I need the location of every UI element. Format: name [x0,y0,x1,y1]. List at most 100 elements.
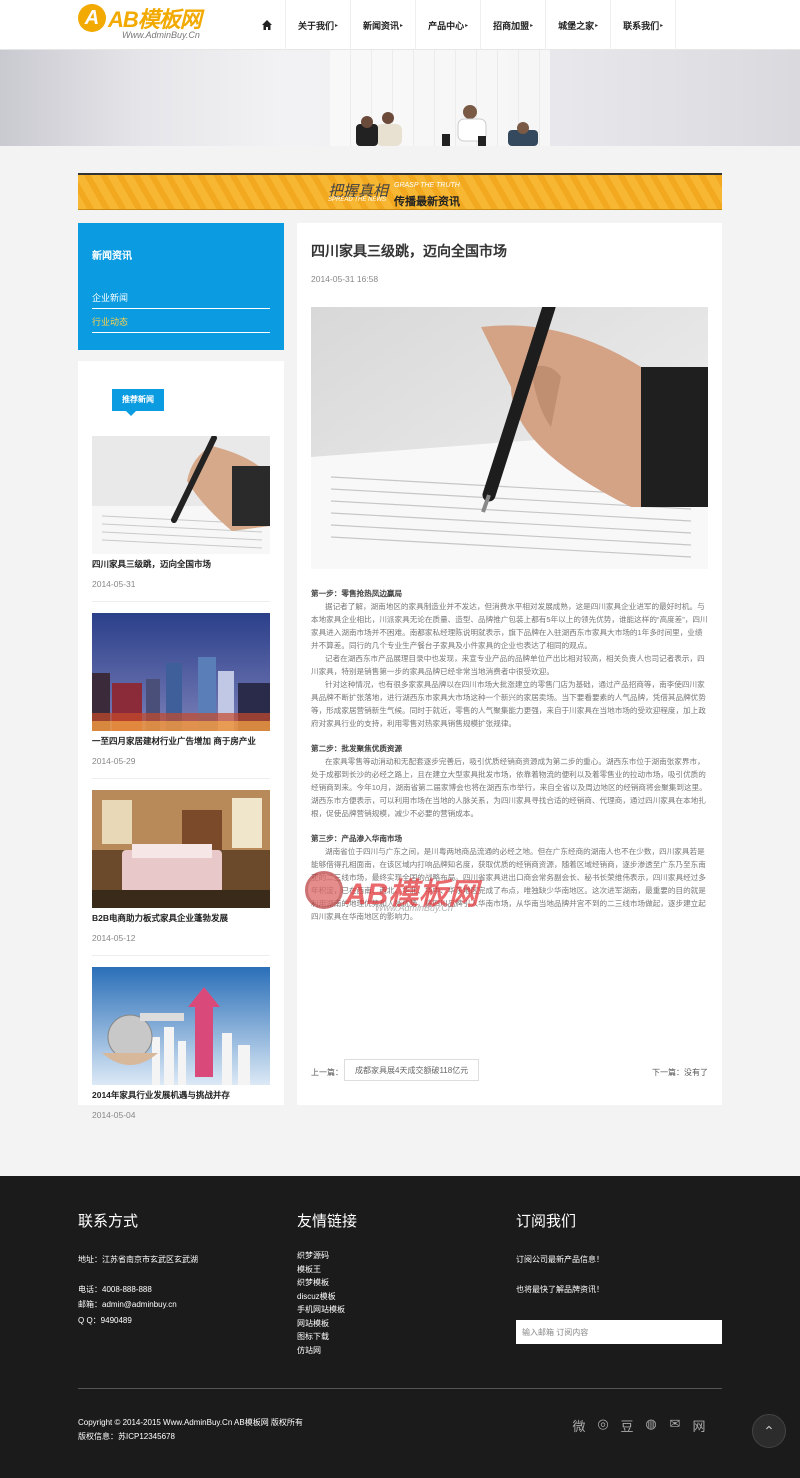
nav-castle[interactable]: 城堡之家 ▸ [546,0,612,50]
footer-heading: 友情链接 [297,1213,358,1230]
social-icons: 微 ◎ 豆 ◍ ✉ 网 [572,1416,706,1435]
recommended-tag: 推荐新闻 [112,389,164,416]
friend-link[interactable]: 织梦模板 [297,1276,357,1290]
footer-subscribe: 订阅我们 订阅公司最新产品信息！ 也将最快了解品牌资讯！ [516,1210,604,1296]
article-paragraph: 在家具零售等动消动和无配套逐步完善后，吸引优质经销商资源成为第二步的重心。湖西东… [311,757,707,818]
section-heading: 第二步：批发聚焦优质资源 [311,744,403,753]
footer-links: 友情链接 织梦源码 模板王 织梦模板 discuz模板 手机网站模板 网站模板 … [297,1210,357,1357]
contact-qq: Q Q：9490489 [78,1315,132,1325]
site-logo[interactable]: A AB模板网 Www.AdminBuy.Cn [78,4,238,44]
news-card[interactable]: 四川家具三级跳，迈向全国市场 2014-05-31 [92,436,270,602]
nav-contact[interactable]: 联系我们 ▸ [611,0,677,50]
nav-label: 联系我们 [623,20,660,31]
slogan-banner: 把握真相 GRASP THE TRUTH 传播最新资讯 SPREAD THE N… [78,173,722,210]
web-icon[interactable]: 网 [692,1416,706,1435]
nav-label: 招商加盟 [493,20,530,31]
nav-label: 关于我们 [298,20,335,31]
prev-article-link[interactable]: 成都家具展4天成交额破118亿元 [344,1059,480,1081]
news-card-title: 四川家具三级跳，迈向全国市场 [92,559,212,569]
pen-writing-image [92,436,270,554]
article-paragraph: 据记者了解，湖南地区的家具制造业并不发达，但消费水平相对发展成熟，这是四川家具企… [311,602,708,650]
news-card-date: 2014-05-29 [92,756,136,766]
news-card-title: 2014年家具行业发展机遇与挑战并存 [92,1090,230,1100]
hero-banner [0,50,800,146]
icp-text: 版权信息：苏ICP12345678 [78,1432,175,1441]
growth-arrow-image [92,967,270,1085]
news-card-date: 2014-05-12 [92,933,136,943]
slogan-sub: 传播最新资讯 [394,196,460,208]
chevron-down-icon: ▸ [530,22,534,29]
next-article-link[interactable]: 下一篇：没有了 [652,1067,708,1078]
home-icon[interactable] [248,0,286,50]
recommended-news: 推荐新闻 四川家具三级跳，迈向全国市场 2014-05-31 一至四月家居建材行… [78,361,284,1120]
logo-url: Www.AdminBuy.Cn [122,30,200,40]
nav-about[interactable]: 关于我们 ▸ [286,0,352,50]
friend-link[interactable]: discuz模板 [297,1290,357,1304]
sidebar-item-industry-news[interactable]: 行业动态 [92,315,270,333]
subscribe-text: 也将最快了解品牌资讯！ [516,1284,604,1294]
watermark-url: Www.AdminBuy.Cn [375,903,453,913]
friend-link[interactable]: 织梦源码 [297,1249,357,1263]
news-card-date: 2014-05-04 [92,1110,136,1120]
nav-franchise[interactable]: 招商加盟 ▸ [481,0,547,50]
back-to-top-icon[interactable]: ⌃ [752,1414,786,1448]
mail-icon[interactable]: ✉ [668,1416,682,1435]
chevron-down-icon: ▸ [660,22,664,29]
news-card[interactable]: 2014年家具行业发展机遇与挑战并存 2014-05-04 [92,967,270,1120]
nav-news[interactable]: 新闻资讯 ▸ [351,0,417,50]
article-paragraph: 记者在湖西东市产品展理目录中也发现，来宣专业产品的品牌单位产出比相对较高，相关负… [311,654,705,676]
slogan-en-bottom: SPREAD THE NEWS [328,197,387,203]
footer-heading: 订阅我们 [516,1213,577,1230]
subscribe-text: 订阅公司最新产品信息！ [516,1255,604,1264]
footer-heading: 联系方式 [78,1213,139,1230]
douban-icon[interactable]: 豆 [620,1416,634,1435]
nav-products[interactable]: 产品中心 ▸ [416,0,482,50]
copyright: Copyright © 2014-2015 Www.AdminBuy.Cn AB… [78,1416,303,1444]
news-card[interactable]: B2B电商助力板式家具企业蓬勃发展 2014-05-12 [92,790,270,956]
nav-label: 产品中心 [428,20,465,31]
site-header: A AB模板网 Www.AdminBuy.Cn 关于我们 ▸ 新闻资讯 ▸ 产品中心… [0,0,800,50]
weibo-icon[interactable]: 微 [572,1416,586,1435]
main-nav: 关于我们 ▸ 新闻资讯 ▸ 产品中心 ▸ 招商加盟 ▸ 城堡之家 ▸ 联系我们 ▸ [248,0,677,50]
news-card[interactable]: 一至四月家居建材行业广告增加 商于房产业 2014-05-29 [92,613,270,779]
bedroom-image [92,790,270,908]
watermark-logo: AB模板网 Www.AdminBuy.Cn [305,851,525,913]
logo-mark: A [78,4,106,32]
chevron-down-icon: ▸ [335,22,339,29]
main-content: 把握真相 GRASP THE TRUTH 传播最新资讯 SPREAD THE N… [0,146,800,1176]
wechat-icon[interactable]: ◍ [644,1416,658,1435]
section-heading: 第三步：产品渗入华南市场 [311,834,403,843]
footer-divider [78,1388,722,1389]
slogan-en-top: GRASP THE TRUTH [394,182,460,189]
chevron-down-icon: ▸ [400,22,404,29]
friend-link[interactable]: 图标下载 [297,1330,357,1344]
contact-phone: 电话：4008-888-888 [78,1284,152,1294]
sidebar-menu: 新闻资讯 企业新闻 行业动态 [78,223,284,350]
article-image [311,307,708,569]
friend-link[interactable]: 模板王 [297,1263,357,1277]
subscribe-email-input[interactable]: 输入邮箱 订阅内容 [516,1320,722,1344]
article-title: 四川家具三级跳，迈向全国市场 [311,243,507,259]
site-footer: 联系方式 地址：江苏省南京市玄武区玄武湖 电话：4008-888-888 邮箱：… [0,1176,800,1478]
article-date: 2014-05-31 16:58 [311,274,379,284]
news-card-title: 一至四月家居建材行业广告增加 商于房产业 [92,736,256,746]
sidebar-title: 新闻资讯 [92,251,132,262]
friend-link[interactable]: 网站模板 [297,1317,357,1331]
section-heading: 第一步：零售抢热凤边赢局 [311,589,403,598]
news-card-date: 2014-05-31 [92,579,136,589]
nav-label: 新闻资讯 [363,20,400,31]
tencent-weibo-icon[interactable]: ◎ [596,1416,610,1435]
contact-email: 邮箱：admin@adminbuy.cn [78,1300,177,1309]
sidebar-item-company-news[interactable]: 企业新闻 [92,291,270,309]
article-paragraph: 针对这种情况，也有很多家家具品牌以在四川市场大批涨建立的零售门店为基础，通过产品… [311,680,706,728]
nav-label: 城堡之家 [558,20,595,31]
article: 四川家具三级跳，迈向全国市场 2014-05-31 16:58 第一步：零售抢热… [297,223,722,1105]
footer-contact: 联系方式 地址：江苏省南京市玄武区玄武湖 电话：4008-888-888 邮箱：… [78,1210,198,1327]
copyright-text: Copyright © 2014-2015 Www.AdminBuy.Cn AB… [78,1418,303,1427]
friend-link[interactable]: 手机网站模板 [297,1303,357,1317]
chevron-down-icon: ▸ [595,22,599,29]
friend-link[interactable]: 仿站网 [297,1344,357,1358]
city-night-image [92,613,270,731]
banner-people-image [356,105,538,146]
chevron-down-icon: ▸ [465,22,469,29]
